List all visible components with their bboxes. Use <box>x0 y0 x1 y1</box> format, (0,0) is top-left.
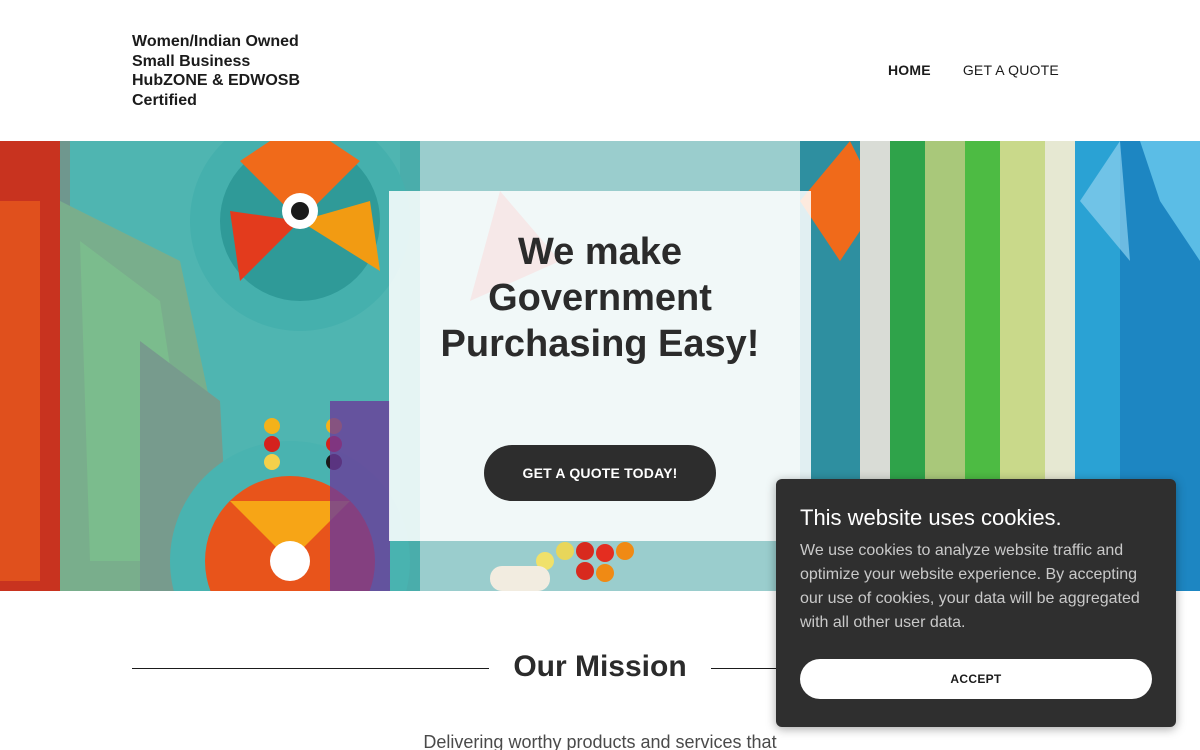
divider-line <box>132 668 489 669</box>
main-nav: HOME GET A QUOTE <box>888 62 1059 78</box>
cookie-banner-title: This website uses cookies. <box>800 505 1062 530</box>
accept-cookies-button[interactable]: ACCEPT <box>800 659 1152 699</box>
cookie-banner: This website uses cookies. We use cookie… <box>776 479 1176 727</box>
get-a-quote-today-button[interactable]: GET A QUOTE TODAY! <box>484 445 716 501</box>
site-header: Women/Indian Owned Small Business HubZON… <box>0 0 1200 141</box>
brand-line: HubZONE & EDWOSB <box>132 72 300 89</box>
site-brand[interactable]: Women/Indian Owned Small Business HubZON… <box>132 32 332 110</box>
nav-link-get-a-quote[interactable]: GET A QUOTE <box>963 62 1059 78</box>
nav-link-home[interactable]: HOME <box>888 62 931 78</box>
mission-title: Our Mission <box>513 650 687 683</box>
brand-line: Certified <box>132 91 197 109</box>
cookie-banner-body: We use cookies to analyze website traffi… <box>800 542 1140 631</box>
mission-text: Delivering worthy products and services … <box>423 732 777 750</box>
brand-line: Small Business <box>132 52 251 70</box>
brand-line: Women/Indian Owned <box>132 33 299 50</box>
hero-card: We make Government Purchasing Easy! GET … <box>389 191 811 541</box>
hero-title: We make Government Purchasing Easy! <box>440 231 760 365</box>
page: Women/Indian Owned Small Business HubZON… <box>0 0 1200 750</box>
